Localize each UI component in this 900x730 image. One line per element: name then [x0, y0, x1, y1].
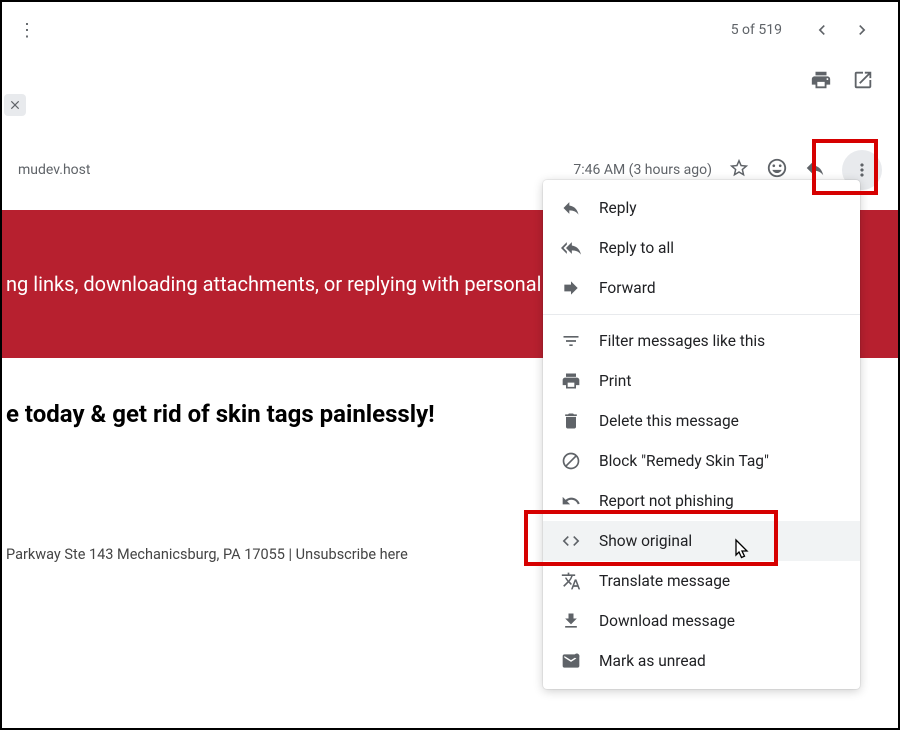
menu-label: Translate message [599, 572, 730, 590]
menu-label: Show original [599, 532, 692, 550]
more-vert-icon [852, 160, 872, 180]
reply-icon [559, 196, 583, 220]
chevron-right-icon [852, 20, 872, 40]
menu-separator [543, 314, 860, 315]
sender-host: mudev.host [18, 162, 90, 178]
code-icon [559, 529, 583, 553]
open-new-window-button[interactable] [852, 69, 874, 95]
menu-reply[interactable]: Reply [543, 188, 860, 228]
menu-label: Reply to all [599, 239, 674, 257]
menu-download[interactable]: Download message [543, 601, 860, 641]
menu-print[interactable]: Print [543, 361, 860, 401]
menu-filter[interactable]: Filter messages like this [543, 321, 860, 361]
older-button[interactable] [842, 10, 882, 50]
menu-label: Download message [599, 612, 735, 630]
reply-all-icon [559, 236, 583, 260]
menu-label: Reply [599, 199, 637, 217]
timestamp: 7:46 AM (3 hours ago) [573, 162, 712, 178]
message-count: 5 of 519 [731, 22, 782, 38]
banner-text: ng links, downloading attachments, or re… [6, 272, 616, 296]
print-icon [559, 369, 583, 393]
label-chip-close[interactable] [4, 94, 26, 116]
close-icon [8, 98, 22, 112]
menu-translate[interactable]: Translate message [543, 561, 860, 601]
undo-icon [559, 489, 583, 513]
open-in-new-icon [852, 69, 874, 91]
emoji-icon [766, 157, 788, 179]
top-bar: ⋮ 5 of 519 [2, 2, 898, 58]
menu-show-original[interactable]: Show original [543, 521, 860, 561]
menu-label: Mark as unread [599, 652, 706, 670]
menu-label: Report not phishing [599, 492, 734, 510]
newer-button[interactable] [802, 10, 842, 50]
menu-block[interactable]: Block "Remedy Skin Tag" [543, 441, 860, 481]
menu-label: Forward [599, 279, 656, 297]
more-options-menu: Reply Reply to all Forward Filter messag… [543, 180, 860, 689]
menu-label: Print [599, 372, 631, 390]
menu-reply-all[interactable]: Reply to all [543, 228, 860, 268]
block-icon [559, 449, 583, 473]
delete-icon [559, 409, 583, 433]
reply-icon [804, 157, 826, 179]
filter-icon [559, 329, 583, 353]
forward-icon [559, 276, 583, 300]
more-icon[interactable]: ⋮ [18, 20, 36, 41]
menu-delete[interactable]: Delete this message [543, 401, 860, 441]
menu-report[interactable]: Report not phishing [543, 481, 860, 521]
print-icon [810, 69, 832, 91]
message-actions-row [2, 58, 898, 106]
menu-forward[interactable]: Forward [543, 268, 860, 308]
print-button[interactable] [810, 69, 832, 95]
download-icon [559, 609, 583, 633]
menu-label: Filter messages like this [599, 332, 765, 350]
mark-unread-icon [559, 649, 583, 673]
menu-label: Block "Remedy Skin Tag" [599, 452, 769, 470]
menu-label: Delete this message [599, 412, 739, 430]
translate-icon [559, 569, 583, 593]
star-outline-icon [728, 157, 750, 179]
chevron-left-icon [812, 20, 832, 40]
menu-mark-unread[interactable]: Mark as unread [543, 641, 860, 681]
